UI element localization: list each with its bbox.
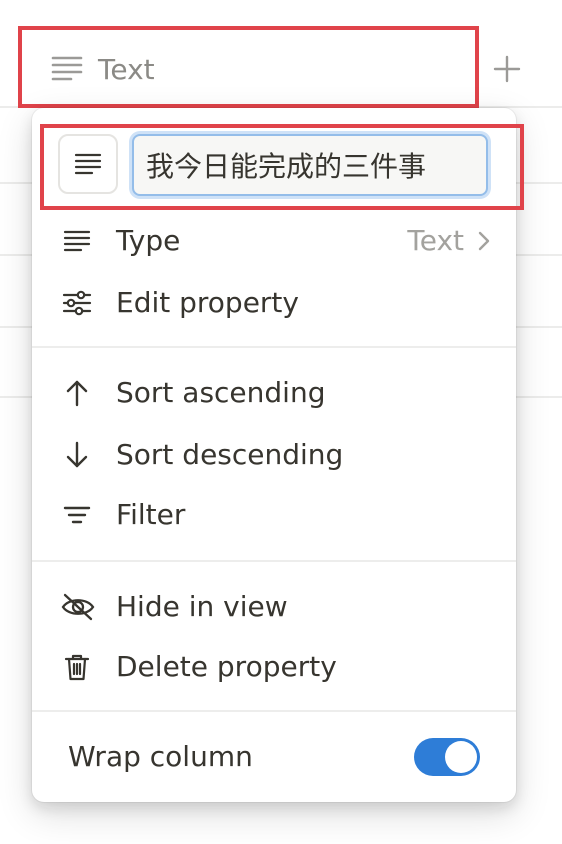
property-name-input[interactable] <box>132 134 488 196</box>
menu-item-sort-descending[interactable]: Sort descending <box>40 426 508 484</box>
column-header-text[interactable]: Text <box>20 28 476 106</box>
menu-item-delete-property[interactable]: Delete property <box>40 638 508 696</box>
toggle-knob <box>445 741 477 773</box>
arrow-up-icon <box>62 378 92 408</box>
text-lines-icon <box>62 226 92 256</box>
menu-item-label: Type <box>116 224 181 257</box>
type-value: Text <box>407 224 464 257</box>
menu-item-filter[interactable]: Filter <box>40 486 508 544</box>
wrap-column-toggle[interactable] <box>414 738 480 776</box>
arrow-down-icon <box>62 440 92 470</box>
column-header-label: Text <box>98 53 155 86</box>
text-lines-icon <box>73 151 103 177</box>
add-column-button[interactable] <box>490 52 524 86</box>
property-icon-button[interactable] <box>58 134 118 194</box>
filter-icon <box>62 500 92 530</box>
trash-icon <box>62 652 92 682</box>
menu-item-label: Sort ascending <box>116 376 326 409</box>
menu-item-label: Edit property <box>116 286 299 319</box>
menu-item-label: Filter <box>116 498 186 531</box>
wrap-column-label: Wrap column <box>68 740 253 773</box>
property-menu: Type Text Edit property <box>32 108 516 802</box>
menu-item-edit-property[interactable]: Edit property <box>40 274 508 332</box>
menu-divider <box>32 346 516 348</box>
menu-item-sort-ascending[interactable]: Sort ascending <box>40 364 508 422</box>
menu-item-label: Delete property <box>116 650 337 683</box>
menu-item-hide-in-view[interactable]: Hide in view <box>40 578 508 636</box>
chevron-right-icon <box>474 229 494 253</box>
property-name-row <box>58 134 490 196</box>
menu-item-label: Hide in view <box>116 590 288 623</box>
plus-icon <box>490 52 524 86</box>
menu-divider <box>32 710 516 712</box>
menu-divider <box>32 560 516 562</box>
eye-slash-icon <box>60 592 96 622</box>
menu-item-label: Sort descending <box>116 438 344 471</box>
sliders-icon <box>62 288 92 318</box>
text-lines-icon <box>50 54 84 82</box>
menu-item-type[interactable]: Type Text <box>40 212 508 270</box>
